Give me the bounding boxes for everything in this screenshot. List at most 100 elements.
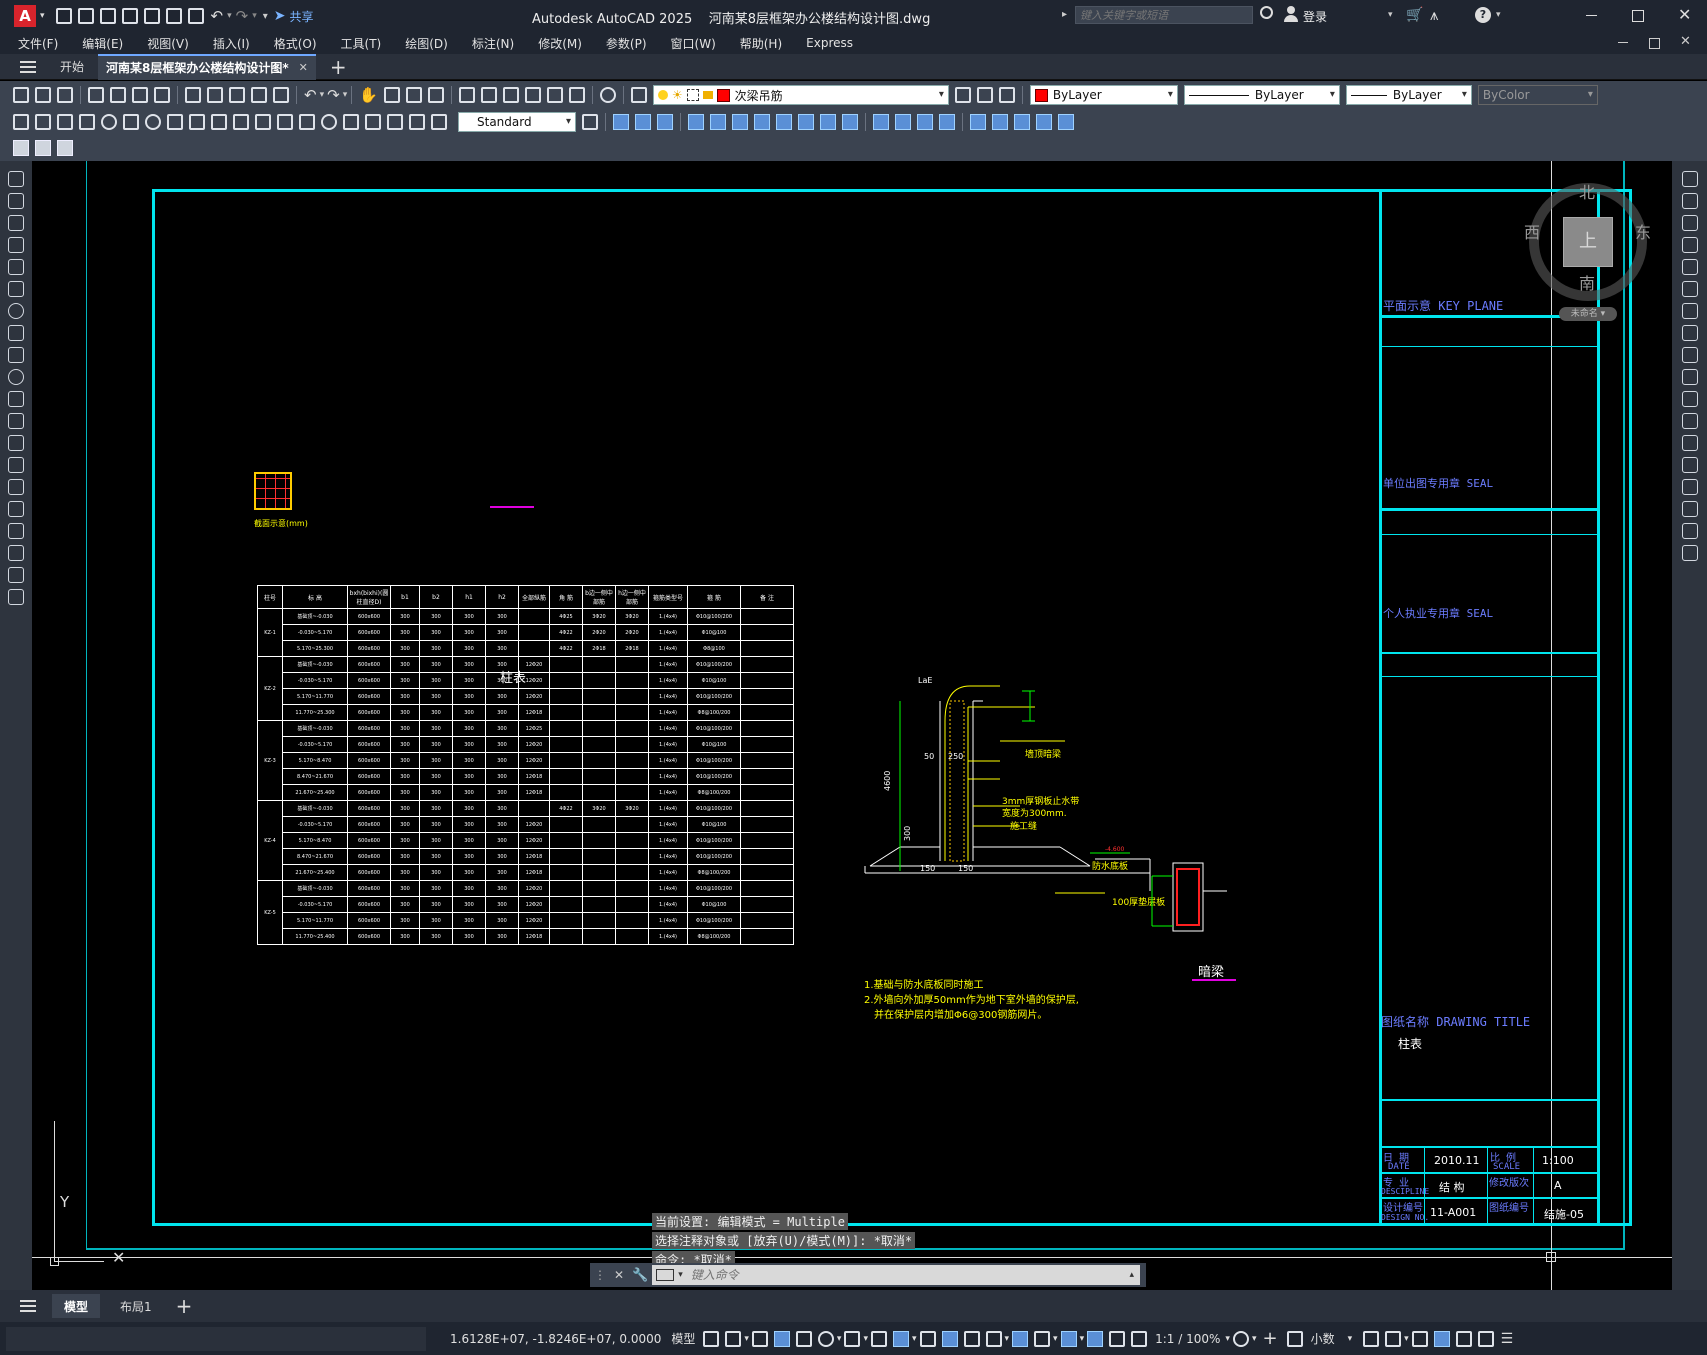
print-preview-icon[interactable] — [110, 87, 126, 103]
units-icon[interactable] — [1286, 1330, 1303, 1347]
menu-file[interactable]: 文件(F) — [0, 35, 70, 52]
move-icon[interactable] — [1681, 281, 1698, 297]
new-tab-icon[interactable]: + — [330, 55, 347, 79]
extend-icon[interactable] — [1681, 391, 1698, 407]
plot-icon[interactable] — [187, 8, 204, 24]
redo-tb-dropdown-icon[interactable]: ▾ — [343, 90, 348, 100]
graphics-performance-icon[interactable] — [1433, 1330, 1450, 1347]
lineweight-display-icon[interactable] — [919, 1330, 936, 1347]
tab-close-icon[interactable]: ✕ — [299, 61, 308, 74]
center-mark-icon[interactable] — [321, 114, 337, 130]
command-history-toggle-icon[interactable]: ▴ — [1129, 1270, 1134, 1280]
dim-edit-icon[interactable] — [387, 114, 403, 130]
isolate-objects-icon[interactable] — [1411, 1330, 1428, 1347]
match-properties-icon[interactable] — [251, 87, 267, 103]
command-input-box[interactable]: ▾ ▴ — [652, 1265, 1140, 1285]
layer-on-icon[interactable] — [657, 90, 668, 100]
viewcube-east[interactable]: 东 — [1635, 219, 1651, 243]
3d-osnap-dropdown-icon[interactable]: ▾ — [1005, 1334, 1010, 1344]
viewcube-south[interactable]: 南 — [1579, 270, 1595, 294]
ortho-icon[interactable] — [795, 1330, 812, 1347]
insert-block-icon[interactable] — [8, 413, 24, 429]
doc-close-icon[interactable]: ✕ — [1680, 34, 1691, 49]
hamburger-menu-icon[interactable] — [20, 60, 36, 73]
jogged-linear-icon[interactable] — [365, 114, 381, 130]
qnew-icon[interactable] — [13, 87, 29, 103]
menu-edit[interactable]: 编辑(E) — [70, 35, 135, 52]
share-button[interactable]: 共享 — [290, 8, 314, 25]
inspection-icon[interactable] — [343, 114, 359, 130]
command-close-icon[interactable]: ✕ — [614, 1268, 624, 1282]
print-icon[interactable] — [88, 87, 104, 103]
dynamic-ucs-icon[interactable] — [1012, 1330, 1029, 1347]
shell-icon[interactable] — [939, 114, 955, 130]
cut-icon[interactable] — [185, 87, 201, 103]
tool-palettes-icon[interactable] — [502, 87, 519, 103]
redo-icon[interactable]: ↷ — [236, 7, 249, 25]
command-input[interactable] — [688, 1265, 1130, 1285]
isodraft-icon[interactable] — [844, 1330, 861, 1347]
transparency-icon[interactable] — [941, 1330, 958, 1347]
delete-faces-icon[interactable] — [754, 114, 770, 130]
scale-dropdown-icon[interactable]: ▾ — [1225, 1334, 1230, 1344]
publish-icon[interactable] — [132, 87, 148, 103]
selection-filter-icon[interactable] — [1034, 1330, 1051, 1347]
break-icon[interactable] — [1681, 435, 1698, 451]
scale-icon[interactable] — [1681, 325, 1698, 341]
lock-dropdown-icon[interactable]: ▾ — [1404, 1334, 1409, 1344]
dim-update-icon[interactable] — [431, 114, 447, 130]
selection-cycling-icon[interactable] — [963, 1330, 980, 1347]
snap-dropdown-icon[interactable]: ▾ — [744, 1334, 749, 1344]
diameter-dim-icon[interactable] — [145, 114, 161, 130]
separate-icon[interactable] — [917, 114, 933, 130]
close-window-icon[interactable]: ✕ — [1678, 5, 1691, 24]
3d-print-icon[interactable] — [154, 87, 170, 103]
model-space-toggle[interactable]: 模型 — [671, 1330, 695, 1347]
login-dropdown-icon[interactable]: ▾ — [1388, 10, 1393, 20]
baseline-dim-icon[interactable] — [211, 114, 227, 130]
share-icon[interactable]: ➤ — [274, 8, 286, 24]
quick-dim-icon[interactable] — [189, 114, 205, 130]
chamfer-icon[interactable] — [1681, 479, 1698, 495]
attribute-manager-icon[interactable] — [35, 140, 51, 156]
polar-tracking-icon[interactable] — [817, 1330, 834, 1347]
annotation-visibility-icon[interactable] — [1087, 1330, 1104, 1347]
rotate-faces-icon[interactable] — [776, 114, 792, 130]
extrude-faces-icon[interactable] — [688, 114, 704, 130]
object-snap-tracking-icon[interactable] — [870, 1330, 887, 1347]
jogged-dim-icon[interactable] — [123, 114, 139, 130]
check-icon[interactable] — [970, 114, 986, 130]
help-tb-icon[interactable] — [599, 87, 616, 103]
point-icon[interactable] — [8, 457, 24, 473]
command-prompt-dropdown-icon[interactable]: ▾ — [678, 1270, 683, 1280]
undo-tb-icon[interactable]: ↶ — [304, 86, 317, 104]
explode-icon[interactable] — [1681, 545, 1698, 561]
dim-break-icon[interactable] — [277, 114, 293, 130]
sheet-set-icon[interactable] — [524, 87, 541, 103]
command-grip-icon[interactable]: ⋮ — [594, 1268, 606, 1282]
ellipse-arc-icon[interactable] — [8, 391, 24, 407]
quick-properties-icon[interactable] — [1363, 1330, 1380, 1347]
polyline-icon[interactable] — [8, 215, 24, 231]
erase-icon[interactable] — [1681, 171, 1698, 187]
stretch-icon[interactable] — [1681, 347, 1698, 363]
layer-dropdown[interactable]: ☀ 次梁吊筋 ▾ — [652, 85, 949, 105]
make-current-layer-icon[interactable] — [954, 87, 971, 103]
menu-parametric[interactable]: 参数(P) — [594, 35, 659, 52]
layer-properties-icon[interactable] — [630, 87, 647, 103]
tab-layout1[interactable]: 布局1 — [120, 1298, 152, 1315]
imprint-icon[interactable] — [873, 114, 889, 130]
help-icon[interactable]: ? — [1475, 7, 1491, 23]
gizmo-dropdown-icon[interactable]: ▾ — [1080, 1334, 1085, 1344]
isodraft-dropdown-icon[interactable]: ▾ — [863, 1334, 868, 1344]
linetype-dropdown[interactable]: ByLayer ▾ — [1183, 85, 1340, 105]
undo-dropdown-icon[interactable]: ▾ — [227, 11, 232, 21]
text-style-dropdown[interactable]: Standard ▾ — [458, 112, 576, 132]
arc-length-dim-icon[interactable] — [57, 114, 73, 130]
redo-tb-icon[interactable]: ↷ — [327, 86, 340, 104]
gizmo-icon[interactable] — [1060, 1330, 1077, 1347]
undo-tb-dropdown-icon[interactable]: ▾ — [320, 90, 325, 100]
copy-faces-icon[interactable] — [820, 114, 836, 130]
menu-express[interactable]: Express — [794, 36, 865, 50]
tab-start[interactable]: 开始 — [60, 58, 84, 75]
